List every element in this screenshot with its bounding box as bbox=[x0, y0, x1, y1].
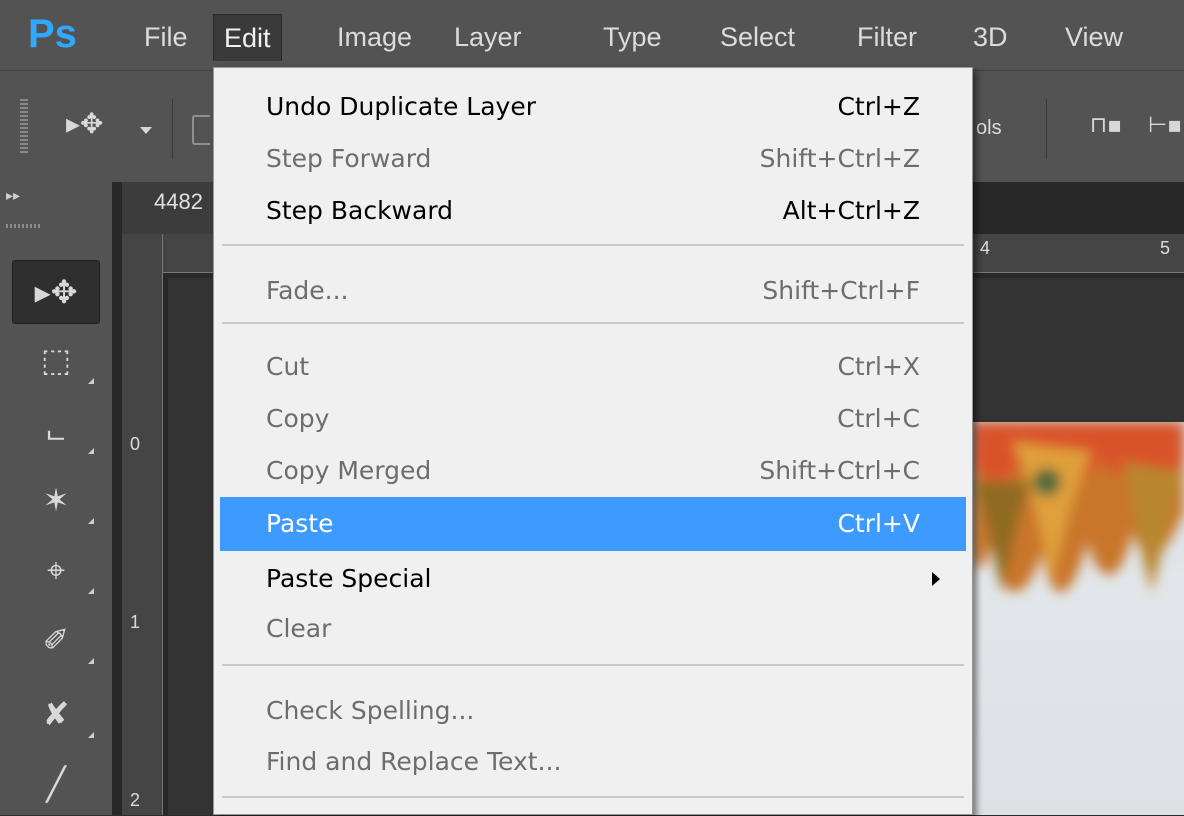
canvas-image[interactable] bbox=[972, 422, 1184, 815]
menu-item-label: Step Forward bbox=[266, 144, 432, 173]
menu-3d[interactable]: 3D bbox=[963, 14, 1018, 60]
menu-layer[interactable]: Layer bbox=[444, 14, 532, 60]
move-tool-options-icon[interactable]: ▸✥ bbox=[66, 107, 104, 140]
eyedropper-glyph: ✐ bbox=[42, 621, 70, 659]
menu-item-label: Clear bbox=[266, 614, 332, 643]
menu-item-paste-special[interactable]: Paste Special bbox=[220, 552, 966, 606]
tool-flyout-indicator bbox=[88, 448, 94, 454]
options-divider bbox=[172, 99, 173, 159]
menu-item-cut[interactable]: Cut Ctrl+X bbox=[220, 340, 966, 394]
menu-separator bbox=[222, 322, 964, 324]
menu-item-clear[interactable]: Clear bbox=[220, 602, 966, 656]
healing-brush-glyph: ✘ bbox=[42, 695, 70, 733]
ruler-h-label: 4 bbox=[980, 238, 991, 258]
crop-glyph: ⌖ bbox=[46, 550, 66, 589]
tool-flyout-indicator bbox=[88, 518, 94, 524]
menu-item-shortcut: Shift+Ctrl+F bbox=[762, 276, 920, 305]
magic-wand-tool-icon[interactable]: ✶ bbox=[12, 468, 100, 532]
healing-brush-tool-icon[interactable]: ✘ bbox=[12, 682, 100, 746]
menu-item-label: Find and Replace Text... bbox=[266, 747, 562, 776]
eyedropper-tool-icon[interactable]: ✐ bbox=[12, 608, 100, 672]
tool-flyout-indicator bbox=[88, 588, 94, 594]
marquee-tool-icon[interactable]: ⬚ bbox=[12, 328, 100, 392]
menu-separator bbox=[222, 244, 964, 246]
menu-item-find-replace-text[interactable]: Find and Replace Text... bbox=[220, 735, 966, 789]
menu-item-step-forward[interactable]: Step Forward Shift+Ctrl+Z bbox=[220, 132, 966, 186]
ruler-h-label: 5 bbox=[1160, 238, 1171, 258]
menu-item-label: Copy Merged bbox=[266, 456, 432, 485]
ruler-v-label: 0 bbox=[130, 434, 141, 454]
menu-item-fade[interactable]: Fade... Shift+Ctrl+F bbox=[220, 264, 966, 318]
submenu-arrow-icon bbox=[932, 572, 940, 586]
menu-item-shortcut: Ctrl+Z bbox=[837, 92, 920, 121]
menu-item-shortcut: Ctrl+X bbox=[837, 352, 920, 381]
auto-select-checkbox[interactable] bbox=[192, 115, 210, 145]
menu-item-paste[interactable]: Paste Ctrl+V bbox=[220, 497, 966, 551]
menu-separator bbox=[222, 796, 964, 798]
align-vertical-centers-icon[interactable]: ⊢▪ bbox=[1148, 113, 1182, 138]
menu-item-shortcut: Shift+Ctrl+C bbox=[759, 456, 920, 485]
menu-bar: Ps File Edit Image Layer Type Select Fil… bbox=[0, 0, 1184, 70]
marquee-glyph: ⬚ bbox=[40, 341, 72, 379]
tools-panel: ▸▸ ▸✥ ⬚ ⨽ ✶ ⌖ ✐ ✘ ╱ bbox=[0, 182, 113, 815]
menu-item-label: Paste Special bbox=[266, 564, 432, 593]
menu-item-copy[interactable]: Copy Ctrl+C bbox=[220, 392, 966, 446]
move-tool-icon[interactable]: ▸✥ bbox=[12, 260, 100, 324]
edit-menu-dropdown: Undo Duplicate Layer Ctrl+Z Step Forward… bbox=[213, 67, 973, 815]
ruler-v-label: 1 bbox=[130, 612, 141, 632]
menu-item-label: Step Backward bbox=[266, 196, 454, 225]
menu-filter[interactable]: Filter bbox=[847, 14, 927, 60]
menu-item-check-spelling[interactable]: Check Spelling... bbox=[220, 684, 966, 738]
menu-separator bbox=[222, 664, 964, 666]
magic-wand-glyph: ✶ bbox=[42, 481, 70, 519]
menu-item-step-backward[interactable]: Step Backward Alt+Ctrl+Z bbox=[220, 184, 966, 238]
vertical-ruler[interactable]: 0 1 2 bbox=[122, 234, 163, 815]
menu-item-label: Cut bbox=[266, 352, 310, 381]
photoshop-logo: Ps bbox=[28, 12, 77, 56]
menu-item-undo[interactable]: Undo Duplicate Layer Ctrl+Z bbox=[220, 80, 966, 134]
menu-item-label: Undo Duplicate Layer bbox=[266, 92, 537, 121]
collapse-panel-icon[interactable]: ▸▸ bbox=[6, 188, 20, 204]
brush-tool-icon[interactable]: ╱ bbox=[12, 752, 100, 816]
show-transform-controls-label: ols bbox=[976, 117, 1002, 139]
autumn-leaf-image bbox=[972, 422, 1184, 593]
menu-item-label: Check Spelling... bbox=[266, 696, 475, 725]
lasso-tool-icon[interactable]: ⨽ bbox=[12, 398, 100, 462]
options-grip[interactable] bbox=[20, 99, 28, 155]
options-divider-2 bbox=[1046, 99, 1047, 159]
brush-glyph: ╱ bbox=[46, 765, 66, 803]
ruler-v-label: 2 bbox=[130, 790, 141, 810]
menu-item-shortcut: Shift+Ctrl+Z bbox=[759, 144, 920, 173]
menu-type[interactable]: Type bbox=[593, 14, 672, 60]
tool-flyout-indicator bbox=[88, 732, 94, 738]
menu-file[interactable]: File bbox=[134, 14, 198, 60]
crop-tool-icon[interactable]: ⌖ bbox=[12, 538, 100, 602]
menu-item-label: Paste bbox=[266, 509, 334, 538]
menu-item-shortcut: Ctrl+C bbox=[837, 404, 920, 433]
menu-item-shortcut: Alt+Ctrl+Z bbox=[782, 196, 920, 225]
menu-item-copy-merged[interactable]: Copy Merged Shift+Ctrl+C bbox=[220, 444, 966, 498]
tool-flyout-indicator bbox=[88, 378, 94, 384]
lasso-glyph: ⨽ bbox=[46, 410, 66, 449]
align-top-edges-icon[interactable]: ⊓▪ bbox=[1090, 113, 1122, 138]
menu-item-label: Copy bbox=[266, 404, 330, 433]
tool-preset-dropdown-icon[interactable] bbox=[140, 127, 152, 134]
menu-view[interactable]: View bbox=[1055, 14, 1133, 60]
menu-image[interactable]: Image bbox=[327, 14, 422, 60]
tool-flyout-indicator bbox=[88, 658, 94, 664]
menu-select[interactable]: Select bbox=[710, 14, 805, 60]
menu-edit[interactable]: Edit bbox=[213, 14, 282, 61]
panel-grip[interactable] bbox=[6, 224, 40, 228]
menu-item-label: Fade... bbox=[266, 276, 349, 305]
menu-item-shortcut: Ctrl+V bbox=[837, 509, 920, 538]
